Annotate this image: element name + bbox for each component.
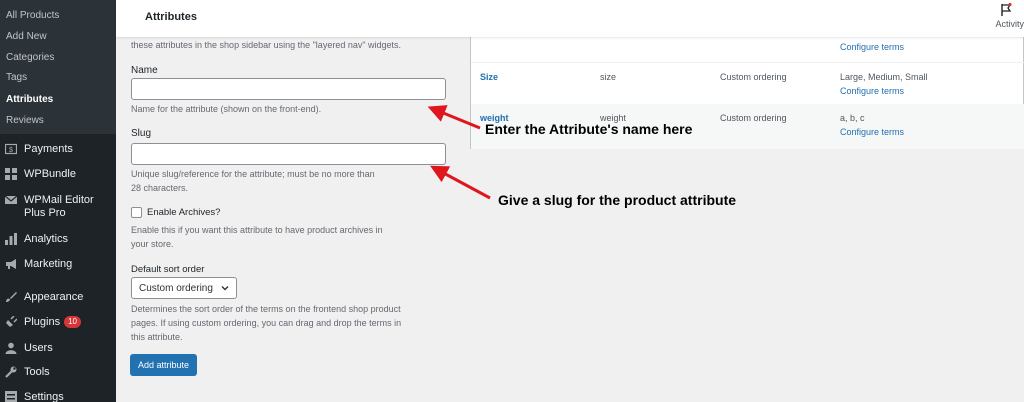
name-annotation-arrow xyxy=(427,105,481,130)
page-title: Attributes xyxy=(145,11,197,23)
name-annotation-text: Enter the Attribute's name here xyxy=(485,121,693,137)
slug-annotation-text: Give a slug for the product attribute xyxy=(498,192,737,208)
slug-annotation-arrow xyxy=(430,165,491,200)
flag-icon xyxy=(1001,3,1012,16)
page-header: Attributes Activity xyxy=(116,0,1024,37)
activity-label: Activity xyxy=(995,19,1024,29)
